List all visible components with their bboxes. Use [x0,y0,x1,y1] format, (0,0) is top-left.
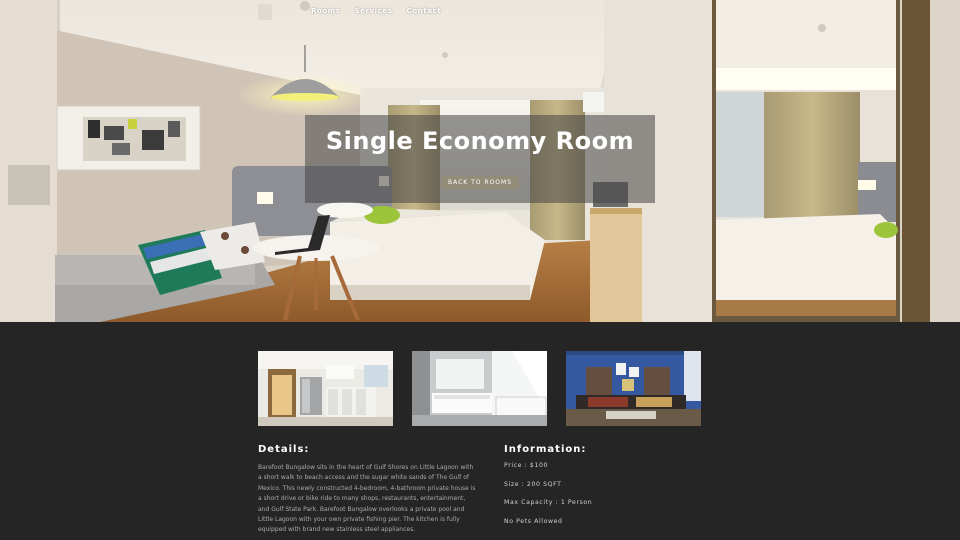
nav-link-contact[interactable]: Contact [407,7,442,15]
info-capacity: Max Capacity : 1 Person [504,499,593,506]
info-price: Price : $100 [504,462,549,469]
information-list: Price : $100 Size : 200 SQFT Max Capacit… [504,462,592,536]
details-heading: Details: [258,444,310,455]
info-size: Size : 200 SQFT [504,480,562,488]
details-description: Barefoot Bungalow sits in the heart of G… [258,464,476,534]
thumbnail-kitchen[interactable] [258,351,393,426]
thumbnail-living-room[interactable] [566,351,701,426]
hero-banner: Rooms Services Contact Single Economy Ro… [0,0,960,322]
kitchen-photo-icon [258,351,393,426]
top-navigation: Rooms Services Contact [311,7,441,15]
page-title: Single Economy Room [325,127,635,155]
living-room-photo-icon [566,351,701,426]
information-heading: Information: [504,444,587,455]
nav-link-rooms[interactable]: Rooms [311,7,340,15]
bathroom-photo-icon [412,351,547,426]
nav-link-services[interactable]: Services [354,7,392,15]
info-pets: No Pets Allowed [504,517,563,525]
room-details-section: Details: Barefoot Bungalow sits in the h… [0,322,960,540]
room-title-panel: Single Economy Room BACK TO ROOMS [305,115,655,203]
back-to-rooms-button[interactable]: BACK TO ROOMS [440,176,520,189]
thumbnail-bathroom[interactable] [412,351,547,426]
